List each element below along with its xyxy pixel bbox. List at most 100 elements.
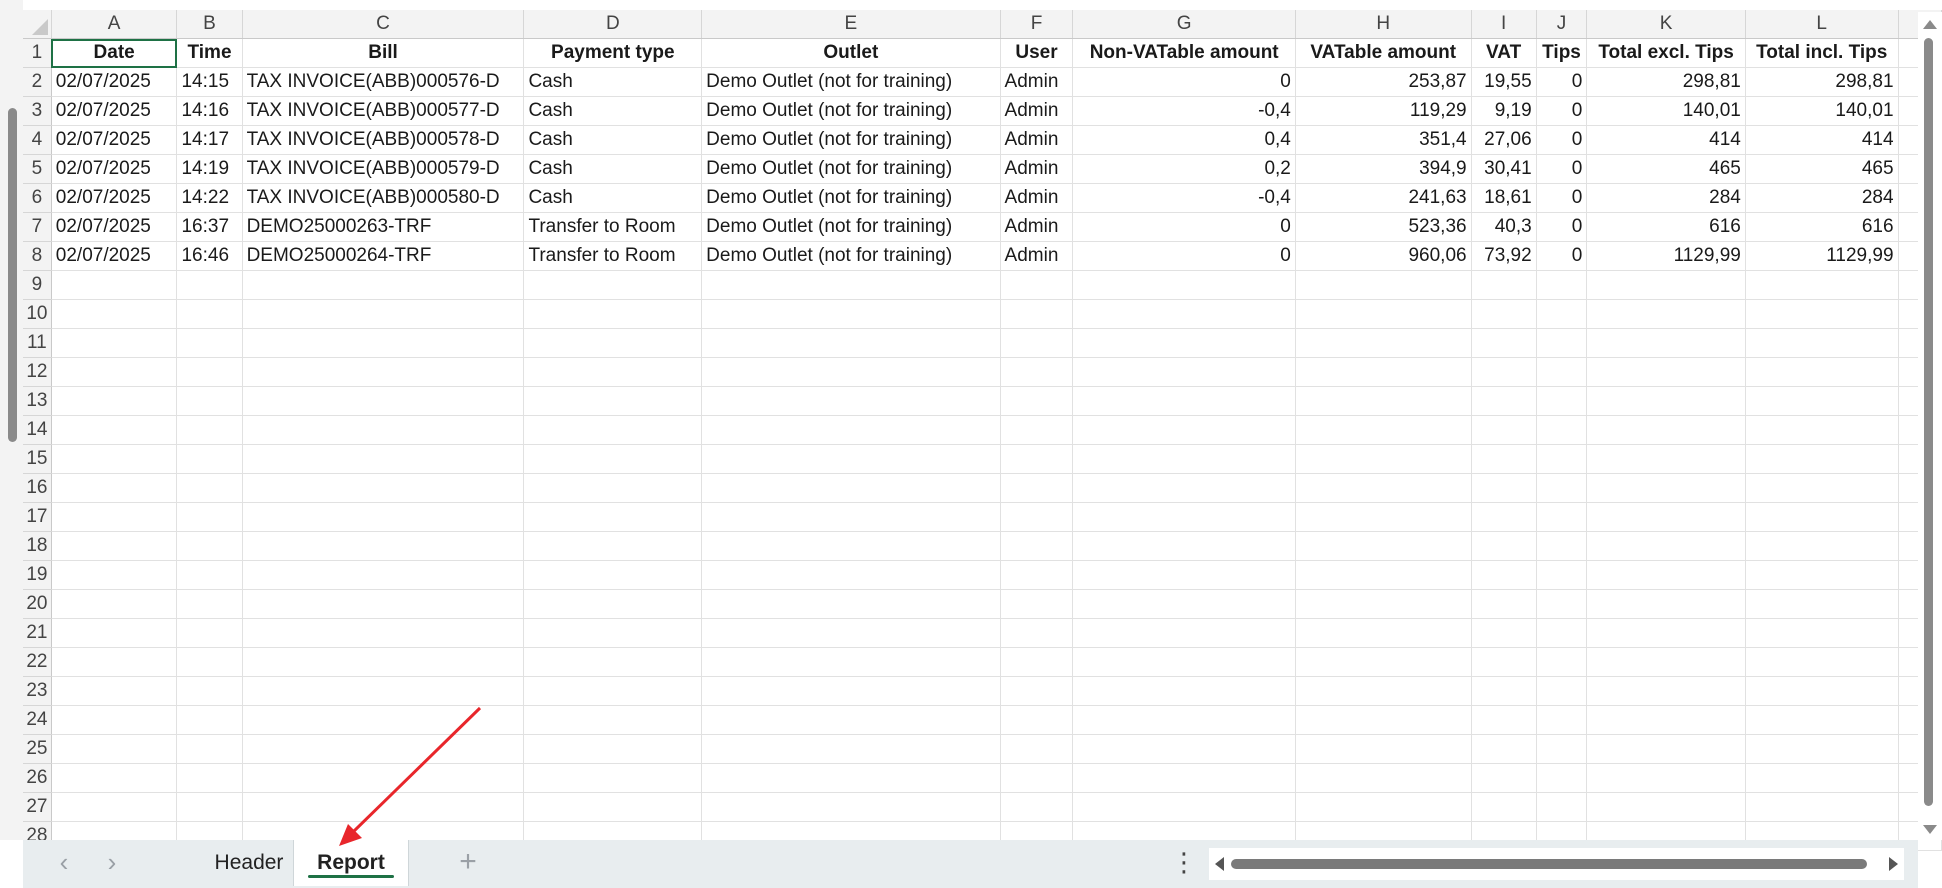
cell[interactable]: 16:46 xyxy=(176,241,243,271)
cell[interactable] xyxy=(1000,299,1074,329)
cell[interactable]: 616 xyxy=(1586,212,1746,242)
cell[interactable] xyxy=(701,676,1001,706)
cell[interactable]: Admin xyxy=(1000,154,1074,184)
cell[interactable]: 298,81 xyxy=(1745,67,1899,97)
cell[interactable] xyxy=(1072,589,1296,619)
cell[interactable] xyxy=(1295,328,1472,358)
cell[interactable] xyxy=(701,299,1001,329)
scroll-up-arrow-icon[interactable] xyxy=(1923,20,1937,29)
select-all-corner[interactable] xyxy=(23,10,52,39)
cell[interactable] xyxy=(523,473,703,503)
cell[interactable] xyxy=(1471,502,1537,532)
cell[interactable] xyxy=(1295,705,1472,735)
cell[interactable] xyxy=(176,618,243,648)
cell[interactable] xyxy=(701,473,1001,503)
cell[interactable] xyxy=(1745,589,1899,619)
cell[interactable]: Admin xyxy=(1000,125,1074,155)
cell[interactable] xyxy=(1536,705,1588,735)
cell[interactable] xyxy=(1000,531,1074,561)
cell[interactable] xyxy=(242,444,525,474)
cell[interactable] xyxy=(242,386,525,416)
cell[interactable]: -0,4 xyxy=(1072,183,1296,213)
cell[interactable]: Cash xyxy=(523,96,703,126)
scroll-down-arrow-icon[interactable] xyxy=(1923,825,1937,834)
cell[interactable]: 465 xyxy=(1745,154,1899,184)
cell[interactable] xyxy=(176,531,243,561)
cell[interactable]: 414 xyxy=(1745,125,1899,155)
cell[interactable] xyxy=(1586,357,1746,387)
cell[interactable] xyxy=(1586,299,1746,329)
cell[interactable] xyxy=(1745,792,1899,822)
cell[interactable]: 241,63 xyxy=(1295,183,1472,213)
cell[interactable]: VAT xyxy=(1471,38,1537,68)
cell[interactable]: 0 xyxy=(1072,241,1296,271)
cell[interactable]: 523,36 xyxy=(1295,212,1472,242)
cell[interactable] xyxy=(1745,357,1899,387)
cell[interactable]: 394,9 xyxy=(1295,154,1472,184)
row-header[interactable]: 5 xyxy=(23,154,52,184)
cell[interactable] xyxy=(1072,647,1296,677)
cell[interactable] xyxy=(1295,792,1472,822)
cell[interactable] xyxy=(1072,299,1296,329)
cell[interactable] xyxy=(176,386,243,416)
row-header[interactable]: 22 xyxy=(23,647,52,677)
cell[interactable]: 1129,99 xyxy=(1745,241,1899,271)
cell[interactable] xyxy=(1745,676,1899,706)
cell[interactable] xyxy=(1586,473,1746,503)
row-header[interactable]: 1 xyxy=(23,38,52,68)
cell[interactable]: 0 xyxy=(1536,96,1588,126)
cell[interactable]: 0,4 xyxy=(1072,125,1296,155)
cell[interactable] xyxy=(1536,763,1588,793)
cell[interactable] xyxy=(1745,270,1899,300)
cell[interactable] xyxy=(51,560,178,590)
horizontal-scrollbar[interactable] xyxy=(1209,848,1904,880)
cell[interactable] xyxy=(1536,328,1588,358)
cell[interactable] xyxy=(1471,328,1537,358)
cell[interactable] xyxy=(523,502,703,532)
cell[interactable] xyxy=(523,386,703,416)
cell[interactable]: 14:22 xyxy=(176,183,243,213)
cell[interactable]: Demo Outlet (not for training) xyxy=(701,96,1001,126)
cell[interactable]: Date xyxy=(51,38,178,68)
cell[interactable] xyxy=(1000,357,1074,387)
cell[interactable] xyxy=(1000,444,1074,474)
cell[interactable]: 0,2 xyxy=(1072,154,1296,184)
cell[interactable] xyxy=(701,357,1001,387)
cell[interactable] xyxy=(176,647,243,677)
cell[interactable] xyxy=(176,502,243,532)
cell[interactable] xyxy=(1586,531,1746,561)
cell[interactable] xyxy=(1000,386,1074,416)
cell[interactable] xyxy=(1536,444,1588,474)
cell[interactable] xyxy=(176,357,243,387)
cell[interactable]: TAX INVOICE(ABB)000577-D xyxy=(242,96,525,126)
cell[interactable]: 0 xyxy=(1536,183,1588,213)
cell[interactable] xyxy=(1000,328,1074,358)
cell[interactable] xyxy=(1295,270,1472,300)
cell[interactable]: 119,29 xyxy=(1295,96,1472,126)
cell[interactable] xyxy=(1295,589,1472,619)
tab-header[interactable]: Header xyxy=(193,840,305,886)
cell[interactable]: Outlet xyxy=(701,38,1001,68)
cell[interactable] xyxy=(1536,589,1588,619)
cell[interactable] xyxy=(1295,299,1472,329)
cell[interactable] xyxy=(242,531,525,561)
row-header[interactable]: 19 xyxy=(23,560,52,590)
cell[interactable] xyxy=(1072,415,1296,445)
cell[interactable] xyxy=(1745,328,1899,358)
cell[interactable] xyxy=(1536,792,1588,822)
cell[interactable] xyxy=(1471,618,1537,648)
row-header[interactable]: 4 xyxy=(23,125,52,155)
cell[interactable] xyxy=(242,502,525,532)
cell[interactable] xyxy=(51,792,178,822)
cell[interactable] xyxy=(701,734,1001,764)
row-header[interactable]: 25 xyxy=(23,734,52,764)
cell[interactable] xyxy=(51,531,178,561)
row-header[interactable]: 13 xyxy=(23,386,52,416)
cell[interactable]: 14:19 xyxy=(176,154,243,184)
column-header[interactable]: C xyxy=(242,10,525,39)
cell[interactable] xyxy=(1072,560,1296,590)
cell[interactable] xyxy=(1471,734,1537,764)
cell[interactable] xyxy=(1536,270,1588,300)
cell[interactable] xyxy=(1295,676,1472,706)
cell[interactable]: Admin xyxy=(1000,96,1074,126)
